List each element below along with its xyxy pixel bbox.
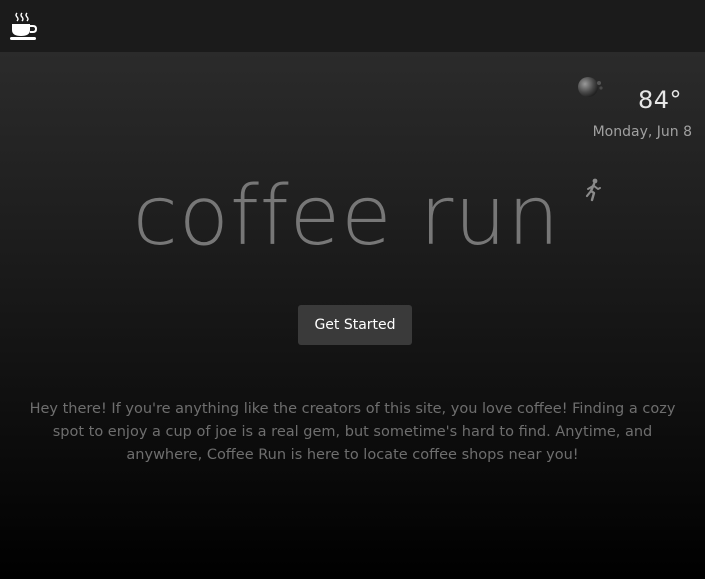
weather-widget: 84° Monday, Jun 8	[562, 72, 692, 147]
moon-cloud-icon	[577, 74, 605, 100]
get-started-button[interactable]: Get Started	[298, 305, 412, 345]
hero-section: 84° Monday, Jun 8 coffee run Get Started…	[0, 52, 705, 579]
top-navbar	[0, 0, 705, 52]
coffee-cup-icon[interactable]	[10, 10, 38, 42]
running-person-icon	[583, 178, 603, 202]
weather-date: Monday, Jun 8	[592, 124, 692, 140]
page-title: coffee run	[132, 169, 561, 264]
intro-description: Hey there! If you're anything like the c…	[29, 401, 676, 463]
temperature-value: 84°	[637, 86, 682, 114]
